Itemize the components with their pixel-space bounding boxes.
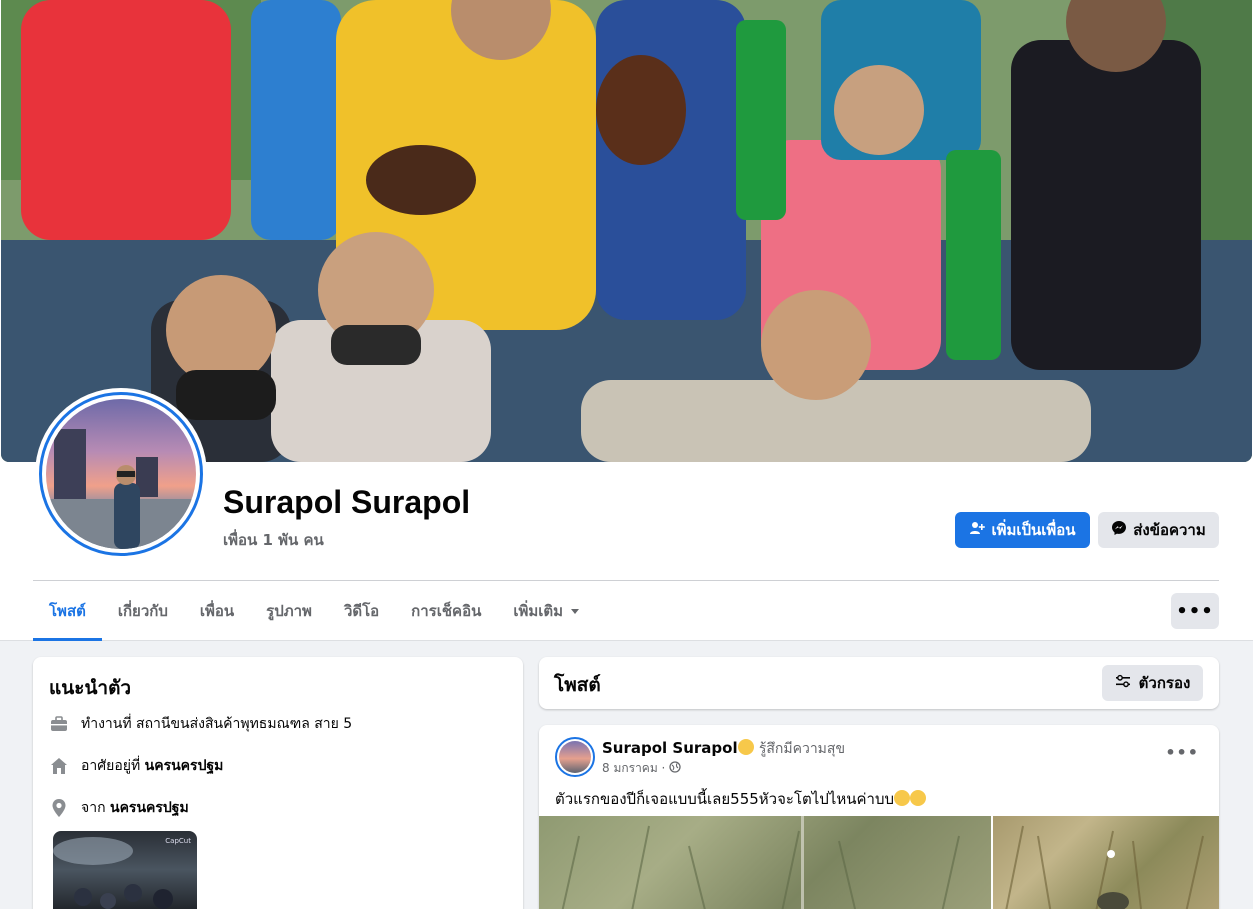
message-label: ส่งข้อความ — [1133, 521, 1206, 539]
profile-name: Surapol Surapol — [223, 484, 471, 520]
tab-label: วิดีโอ — [343, 602, 380, 620]
intro-work: ทำงานที่ สถานีขนส่งสินค้าพุทธมณฑล สาย 5 — [49, 713, 352, 735]
tab-videos[interactable]: วิดีโอ — [328, 582, 395, 640]
intro-title: แนะนำตัว — [49, 677, 132, 699]
avatar-photo — [46, 399, 196, 549]
intro-from-place[interactable]: นครนครปฐม — [110, 800, 189, 816]
briefcase-icon — [49, 714, 69, 734]
post-author-avatar[interactable] — [555, 737, 595, 777]
laughing-emoji-icon — [894, 790, 910, 806]
post-author-name[interactable]: Surapol Surapol — [602, 739, 738, 757]
avatar-illustration — [46, 429, 196, 549]
tab-label: การเช็คอิน — [411, 602, 482, 620]
tab-label: เกี่ยวกับ — [117, 602, 168, 620]
intro-card: แนะนำตัว ทำงานที่ สถานีขนส่งสินค้าพุทธมณ… — [33, 657, 523, 909]
post-avatar-photo — [559, 741, 591, 773]
laughing-emoji-icon — [910, 790, 926, 806]
post-card: Surapol Surapol รู้สึกมีความสุข 8 มกราคม… — [539, 725, 1219, 909]
tab-posts[interactable]: โพสต์ — [33, 582, 102, 641]
tab-label: โพสต์ — [49, 602, 86, 620]
post-text-body: ตัวแรกของปีก็เจอแบบนี้เลย555หัวจะโตไปไหน… — [555, 790, 894, 808]
post-date[interactable]: 8 มกราคม · — [602, 759, 665, 778]
posts-title: โพสต์ — [554, 674, 601, 696]
tab-friends[interactable]: เพื่อน — [184, 582, 250, 640]
story-ring — [39, 392, 203, 556]
intro-lives-prefix: อาศัยอยู่ที่ — [81, 758, 141, 774]
add-friend-label: เพิ่มเป็นเพื่อน — [991, 521, 1076, 539]
tab-label: เพิ่มเติม — [513, 602, 564, 620]
cover-photo-illustration — [1, 0, 1252, 462]
intro-from: จาก นครนครปฐม — [49, 797, 189, 819]
location-pin-icon — [49, 798, 69, 818]
chevron-down-icon — [571, 608, 580, 614]
post-photo-illustration — [561, 816, 960, 909]
tab-checkins[interactable]: การเช็คอิน — [395, 582, 497, 640]
post-photo-illustration — [1005, 825, 1204, 909]
home-icon — [49, 756, 69, 776]
tab-label: เพื่อน — [199, 602, 235, 620]
featured-photo[interactable]: CapCut — [53, 831, 197, 909]
globe-icon — [669, 761, 682, 776]
profile-tabs: โพสต์ เกี่ยวกับ เพื่อน รูปภาพ วิดีโอ การ… — [33, 582, 595, 641]
filter-button[interactable]: ตัวกรอง — [1102, 665, 1203, 701]
tab-photos[interactable]: รูปภาพ — [250, 582, 328, 640]
tab-about[interactable]: เกี่ยวกับ — [102, 582, 184, 640]
posts-header-card: โพสต์ ตัวกรอง — [539, 657, 1219, 709]
post-header-line: Surapol Surapol รู้สึกมีความสุข — [602, 738, 845, 760]
post-meta: 8 มกราคม · — [602, 759, 682, 778]
post-photo[interactable] — [539, 816, 991, 909]
add-friend-button[interactable]: เพิ่มเป็นเพื่อน — [955, 512, 1090, 548]
post-feeling: รู้สึกมีความสุข — [758, 741, 846, 757]
filter-icon — [1115, 673, 1131, 693]
intro-lives: อาศัยอยู่ที่ นครนครปฐม — [49, 755, 223, 777]
friends-count[interactable]: เพื่อน 1 พัน คน — [223, 528, 324, 552]
add-friend-icon — [969, 520, 986, 540]
post-photo[interactable] — [993, 816, 1219, 909]
header-divider — [33, 580, 1219, 581]
cover-photo[interactable] — [1, 0, 1252, 462]
thumb-watermark: CapCut — [165, 837, 191, 845]
more-options-button[interactable]: ••• — [1171, 593, 1219, 629]
smile-emoji-icon — [737, 739, 754, 755]
message-button[interactable]: ส่งข้อความ — [1098, 512, 1219, 548]
tab-label: รูปภาพ — [266, 602, 312, 620]
tab-more[interactable]: เพิ่มเติม — [497, 582, 595, 640]
intro-work-text: ทำงานที่ สถานีขนส่งสินค้าพุทธมณฑล สาย 5 — [81, 716, 353, 732]
post-text: ตัวแรกของปีก็เจอแบบนี้เลย555หัวจะโตไปไหน… — [555, 787, 926, 811]
filter-label: ตัวกรอง — [1138, 674, 1191, 692]
intro-from-prefix: จาก — [81, 800, 106, 816]
profile-avatar[interactable] — [35, 388, 207, 560]
intro-lives-place[interactable]: นครนครปฐม — [145, 758, 224, 774]
post-menu-button[interactable]: ••• — [1165, 743, 1199, 762]
messenger-icon — [1111, 520, 1127, 540]
